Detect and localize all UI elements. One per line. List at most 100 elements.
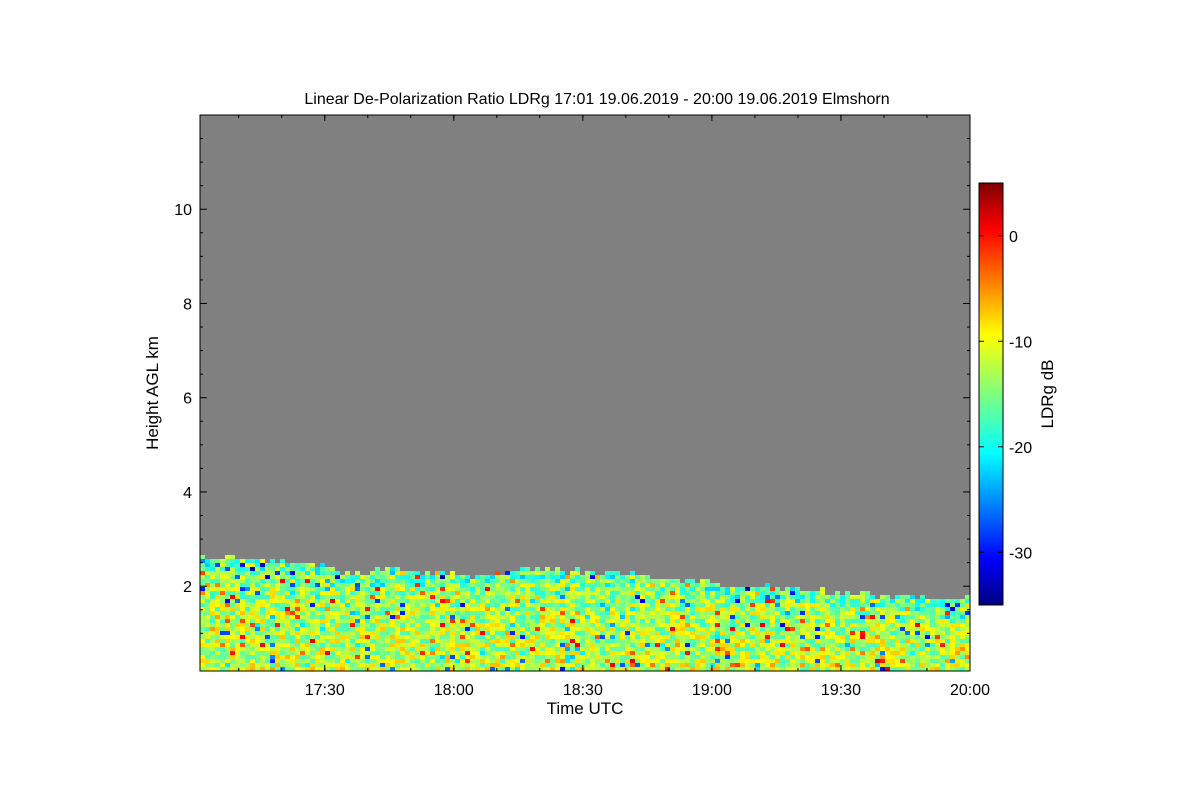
heatmap-cell [450,623,455,627]
heatmap-cell [835,647,840,651]
heatmap-cell [815,643,820,647]
heatmap-cell [945,603,950,607]
heatmap-cell [860,607,865,611]
heatmap-cell [355,667,360,671]
heatmap-cell [580,591,585,595]
heatmap-cell [325,643,330,647]
heatmap-cell [845,611,850,615]
heatmap-cell [405,579,410,583]
heatmap-cell [285,595,290,599]
heatmap-cell [875,603,880,607]
heatmap-cell [370,591,375,595]
heatmap-cell [260,627,265,631]
heatmap-cell [270,603,275,607]
heatmap-cell [305,659,310,663]
heatmap-cell [610,571,615,575]
heatmap-cell [725,591,730,595]
heatmap-cell [660,587,665,591]
heatmap-cell [590,603,595,607]
heatmap-cell [330,599,335,603]
heatmap-cell [540,607,545,611]
heatmap-cell [270,587,275,591]
heatmap-cell [445,599,450,603]
heatmap-cell [965,623,970,627]
heatmap-cell [575,647,580,651]
heatmap-cell [350,623,355,627]
heatmap-cell [410,619,415,623]
heatmap-cell [950,615,955,619]
heatmap-cell [700,611,705,615]
heatmap-cell [475,587,480,591]
heatmap-cell [385,587,390,591]
heatmap-cell [805,631,810,635]
heatmap-cell [930,651,935,655]
heatmap-cell [750,651,755,655]
heatmap-cell [890,659,895,663]
heatmap-cell [695,667,700,671]
heatmap-cell [910,643,915,647]
heatmap-cell [700,647,705,651]
heatmap-cell [315,635,320,639]
heatmap-cell [725,611,730,615]
heatmap-cell [260,635,265,639]
heatmap-cell [595,599,600,603]
heatmap-cell [435,571,440,575]
heatmap-cell [670,579,675,583]
heatmap-cell [700,659,705,663]
heatmap-cell [965,639,970,643]
heatmap-cell [770,655,775,659]
heatmap-cell [735,591,740,595]
heatmap-cell [490,607,495,611]
heatmap-cell [795,595,800,599]
heatmap-cell [575,651,580,655]
heatmap-cell [365,615,370,619]
heatmap-cell [220,635,225,639]
heatmap-cell [345,619,350,623]
heatmap-cell [950,627,955,631]
heatmap-cell [310,631,315,635]
heatmap-cell [205,619,210,623]
heatmap-cell [255,571,260,575]
heatmap-cell [470,599,475,603]
heatmap-cell [790,623,795,627]
heatmap-cell [315,567,320,571]
heatmap-cell [250,579,255,583]
heatmap-cell [965,607,970,611]
heatmap-cell [735,663,740,667]
heatmap-cell [620,667,625,671]
heatmap-cell [440,647,445,651]
heatmap-cell [830,631,835,635]
heatmap-cell [780,663,785,667]
heatmap-cell [275,631,280,635]
heatmap-cell [260,563,265,567]
heatmap-cell [350,639,355,643]
heatmap-cell [450,659,455,663]
heatmap-cell [655,643,660,647]
heatmap-cell [945,655,950,659]
heatmap-cell [805,611,810,615]
heatmap-cell [835,623,840,627]
heatmap-cell [205,611,210,615]
heatmap-cell [290,567,295,571]
heatmap-cell [620,631,625,635]
heatmap-cell [405,663,410,667]
heatmap-cell [500,603,505,607]
heatmap-cell [485,627,490,631]
heatmap-cell [770,611,775,615]
heatmap-cell [270,599,275,603]
heatmap-cell [405,575,410,579]
heatmap-cell [960,667,965,671]
heatmap-cell [665,603,670,607]
heatmap-cell [950,663,955,667]
heatmap-cell [420,651,425,655]
heatmap-cell [410,651,415,655]
heatmap-cell [225,655,230,659]
heatmap-cell [390,639,395,643]
heatmap-cell [535,659,540,663]
heatmap-cell [430,607,435,611]
heatmap-cell [285,655,290,659]
heatmap-cell [530,595,535,599]
heatmap-cell [495,583,500,587]
heatmap-cell [895,603,900,607]
heatmap-cell [450,583,455,587]
